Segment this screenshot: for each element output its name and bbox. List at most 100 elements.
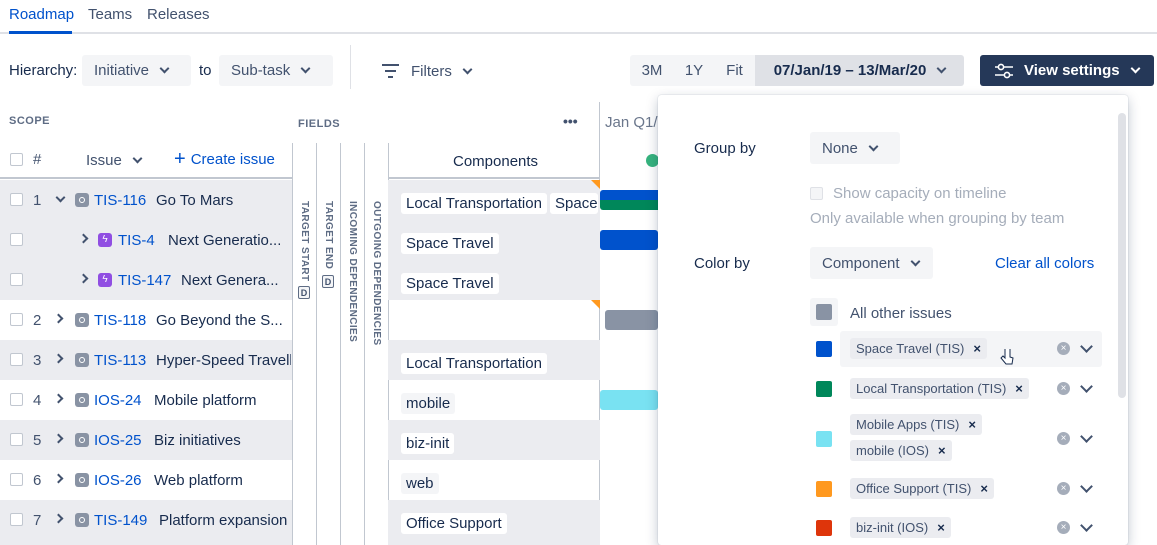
remove-icon[interactable]: × xyxy=(980,481,988,496)
to-label: to xyxy=(199,62,212,79)
field-label: TARGET START xyxy=(299,201,310,282)
issue-key-link[interactable]: TIS-149 xyxy=(94,512,147,529)
row-checkbox[interactable] xyxy=(10,273,23,286)
clear-rule-icon[interactable]: × xyxy=(1057,342,1070,355)
color-swatch[interactable] xyxy=(816,520,832,536)
range-3m-button[interactable]: 3M xyxy=(630,55,674,86)
row-checkbox[interactable] xyxy=(10,353,23,366)
row-checkbox[interactable] xyxy=(10,233,23,246)
chevron-down-icon xyxy=(1130,63,1141,74)
chevron-down-icon xyxy=(132,153,143,164)
capacity-checkbox[interactable] xyxy=(810,187,823,200)
hierarchy-from-dropdown[interactable]: Initiative xyxy=(82,55,191,86)
expand-chevron-icon[interactable] xyxy=(53,473,64,484)
tab-releases[interactable]: Releases xyxy=(147,6,210,23)
collapse-chevron-icon[interactable] xyxy=(55,192,66,203)
view-settings-button[interactable]: View settings xyxy=(980,55,1154,86)
issue-key-link[interactable]: IOS-26 xyxy=(94,472,142,489)
expand-chevron-icon[interactable] xyxy=(53,353,64,364)
filters-button[interactable]: Filters xyxy=(381,58,473,84)
issue-key-link[interactable]: TIS-4 xyxy=(118,232,155,249)
remove-icon[interactable]: × xyxy=(968,417,976,432)
more-icon[interactable]: ••• xyxy=(563,113,578,129)
hierarchy-to-dropdown[interactable]: Sub-task xyxy=(219,55,333,86)
cursor-hand-icon xyxy=(1000,349,1014,365)
color-swatch[interactable] xyxy=(816,381,832,397)
plus-icon: + xyxy=(174,148,186,170)
color-by-dropdown[interactable]: Component xyxy=(810,247,933,279)
select-all-checkbox[interactable] xyxy=(10,153,23,166)
timeline-bar[interactable] xyxy=(600,230,658,250)
chevron-down-icon[interactable] xyxy=(1080,430,1093,443)
timeline-bar[interactable] xyxy=(600,200,658,210)
color-swatch[interactable] xyxy=(816,431,832,447)
remove-icon[interactable]: × xyxy=(938,443,946,458)
clear-rule-icon[interactable]: × xyxy=(1057,521,1070,534)
create-issue-button[interactable]: + Create issue xyxy=(174,148,275,170)
range-1y-button[interactable]: 1Y xyxy=(674,55,714,86)
chevron-down-icon[interactable] xyxy=(1080,519,1093,532)
chevron-down-icon[interactable] xyxy=(1080,480,1093,493)
remove-icon[interactable]: × xyxy=(973,341,981,356)
expand-chevron-icon[interactable] xyxy=(53,393,64,404)
issue-header-dropdown[interactable]: Issue xyxy=(86,152,143,169)
row-checkbox[interactable] xyxy=(10,313,23,326)
row-checkbox[interactable] xyxy=(10,433,23,446)
issue-key-link[interactable]: IOS-25 xyxy=(94,432,142,449)
remove-icon[interactable]: × xyxy=(1015,381,1023,396)
field-badge: D xyxy=(322,275,334,288)
clear-rule-icon[interactable]: × xyxy=(1057,382,1070,395)
chip-label: mobile (IOS) xyxy=(856,443,929,458)
expand-chevron-icon[interactable] xyxy=(78,273,89,284)
color-swatch[interactable] xyxy=(816,481,832,497)
timeline-bar[interactable] xyxy=(600,190,658,200)
issue-summary[interactable]: Next Generatio... xyxy=(168,232,280,249)
issue-key-link[interactable]: IOS-24 xyxy=(94,392,142,409)
expand-chevron-icon[interactable] xyxy=(53,433,64,444)
clear-rule-icon[interactable]: × xyxy=(1057,482,1070,495)
group-by-dropdown[interactable]: None xyxy=(810,132,900,164)
issue-key-link[interactable]: TIS-113 xyxy=(94,352,146,369)
expand-chevron-icon[interactable] xyxy=(53,313,64,324)
row-checkbox[interactable] xyxy=(10,393,23,406)
chevron-down-icon xyxy=(159,63,170,74)
field-badge: D xyxy=(298,286,310,299)
issue-summary[interactable]: Platform expansion xyxy=(159,512,289,529)
panel-scrollbar[interactable] xyxy=(1118,113,1126,398)
field-column-outgoing-dependencies: OUTGOING DEPENDENCIES xyxy=(364,143,388,545)
issue-key-link[interactable]: TIS-147 xyxy=(118,272,171,289)
clear-all-colors-link[interactable]: Clear all colors xyxy=(995,255,1094,272)
issue-summary[interactable]: Go Beyond the S... xyxy=(156,312,284,329)
chevron-down-icon[interactable] xyxy=(1080,380,1093,393)
timeline-bar[interactable] xyxy=(600,390,658,410)
view-settings-panel: Group by None Show capacity on timeline … xyxy=(658,95,1128,545)
component-chip: Office Support (TIS) × xyxy=(850,478,994,499)
row-checkbox[interactable] xyxy=(10,473,23,486)
expand-chevron-icon[interactable] xyxy=(53,513,64,524)
row-checkbox[interactable] xyxy=(10,193,23,206)
clear-rule-icon[interactable]: × xyxy=(1057,432,1070,445)
timeline-bar[interactable] xyxy=(605,310,658,330)
remove-icon[interactable]: × xyxy=(937,520,945,535)
issue-summary[interactable]: Mobile platform xyxy=(154,392,284,409)
issue-key-link[interactable]: TIS-118 xyxy=(94,312,146,329)
issue-summary[interactable]: Go To Mars xyxy=(156,192,290,209)
color-by-label: Color by xyxy=(694,255,750,272)
date-range-dropdown[interactable]: 07/Jan/19 – 13/Mar/20 xyxy=(755,55,964,86)
issue-key-link[interactable]: TIS-116 xyxy=(94,192,146,209)
flag-marker xyxy=(591,300,600,309)
range-fit-button[interactable]: Fit xyxy=(714,55,755,86)
epic-icon: ϟ xyxy=(98,273,112,287)
issue-summary[interactable]: Next Genera... xyxy=(181,272,279,289)
hierarchy-to-value: Sub-task xyxy=(231,62,291,79)
issue-summary[interactable]: Biz initiatives xyxy=(154,432,284,449)
row-checkbox[interactable] xyxy=(10,513,23,526)
component-tag: Office Support xyxy=(401,513,507,534)
tab-roadmap[interactable]: Roadmap xyxy=(9,6,74,23)
issue-summary[interactable]: Hyper-Speed Travelli xyxy=(156,352,291,369)
tab-teams[interactable]: Teams xyxy=(88,6,132,23)
issue-summary[interactable]: Web platform xyxy=(154,472,284,489)
expand-chevron-icon[interactable] xyxy=(78,233,89,244)
color-swatch[interactable] xyxy=(816,341,832,357)
component-tag: Space Travel xyxy=(401,273,499,294)
